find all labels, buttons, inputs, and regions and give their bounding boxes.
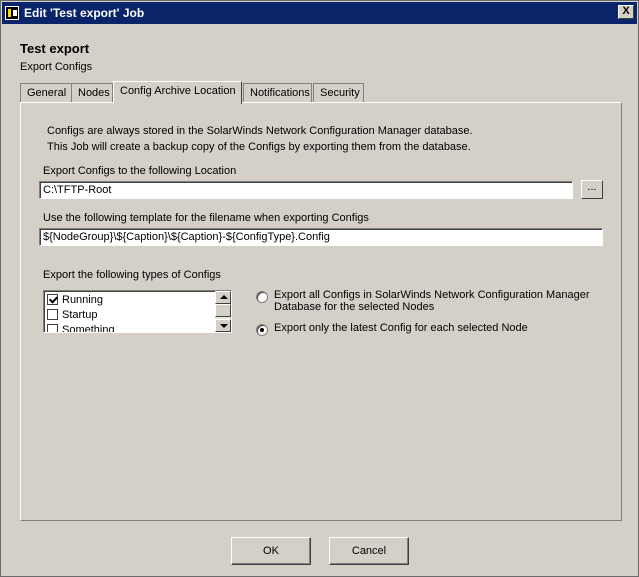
window-title: Edit 'Test export' Job	[24, 6, 145, 20]
job-type-subheading: Export Configs	[20, 61, 93, 73]
scroll-thumb[interactable]	[215, 304, 231, 317]
running-checkbox[interactable]	[47, 294, 58, 305]
app-icon	[5, 6, 19, 20]
something-label: Something	[62, 323, 115, 333]
tab-notifications[interactable]: Notifications	[243, 83, 312, 103]
arrow-up-icon	[220, 295, 228, 299]
list-item-running[interactable]: Running	[47, 292, 103, 307]
running-label: Running	[62, 293, 103, 306]
export-location-input[interactable]: C:\TFTP-Root	[39, 181, 573, 199]
tab-security[interactable]: Security	[313, 83, 364, 103]
info-text-line-1: Configs are always stored in the SolarWi…	[47, 125, 473, 137]
tab-nodes[interactable]: Nodes	[71, 83, 113, 103]
export-all-option[interactable]: Export all Configs in SolarWinds Network…	[256, 289, 589, 313]
close-icon: X	[622, 5, 630, 17]
edit-job-dialog: Edit 'Test export' Job X Test export Exp…	[0, 0, 639, 577]
ok-button[interactable]: OK	[231, 537, 311, 565]
tab-general[interactable]: General	[20, 83, 72, 103]
export-location-label: Export Configs to the following Location	[43, 165, 237, 177]
scroll-up-button[interactable]	[215, 291, 231, 304]
export-all-radio[interactable]	[256, 291, 268, 303]
startup-checkbox[interactable]	[47, 309, 58, 320]
list-item-startup[interactable]: Startup	[47, 307, 97, 322]
info-text-line-2: This Job will create a backup copy of th…	[47, 141, 471, 153]
export-latest-label: Export only the latest Config for each s…	[274, 322, 528, 334]
export-latest-radio[interactable]	[256, 324, 268, 336]
job-name-heading: Test export	[20, 41, 90, 56]
config-types-label: Export the following types of Configs	[43, 269, 221, 281]
export-latest-option[interactable]: Export only the latest Config for each s…	[256, 322, 528, 336]
scroll-down-button[interactable]	[215, 319, 231, 332]
filename-template-input[interactable]: ${NodeGroup}\${Caption}\${Caption}-${Con…	[39, 228, 603, 246]
title-bar[interactable]: Edit 'Test export' Job X	[2, 2, 637, 24]
something-checkbox[interactable]	[47, 324, 58, 332]
config-archive-location-panel: Configs are always stored in the SolarWi…	[20, 102, 622, 521]
startup-label: Startup	[62, 308, 98, 321]
export-all-label-line-2: Database for the selected Nodes	[274, 301, 435, 313]
list-item-something[interactable]: Something	[47, 322, 115, 333]
export-all-label-line-1: Export all Configs in SolarWinds Network…	[274, 289, 590, 301]
list-scrollbar[interactable]	[215, 291, 231, 332]
filename-template-label: Use the following template for the filen…	[43, 212, 369, 224]
close-button[interactable]: X	[618, 5, 634, 19]
arrow-down-icon	[220, 324, 228, 328]
config-types-list[interactable]: Running Startup Something	[43, 290, 232, 333]
export-all-label: Export all Configs in SolarWinds Network…	[274, 289, 589, 313]
tab-config-archive-location[interactable]: Config Archive Location	[113, 81, 242, 104]
browse-button[interactable]: ...	[581, 180, 603, 199]
cancel-button[interactable]: Cancel	[329, 537, 409, 565]
